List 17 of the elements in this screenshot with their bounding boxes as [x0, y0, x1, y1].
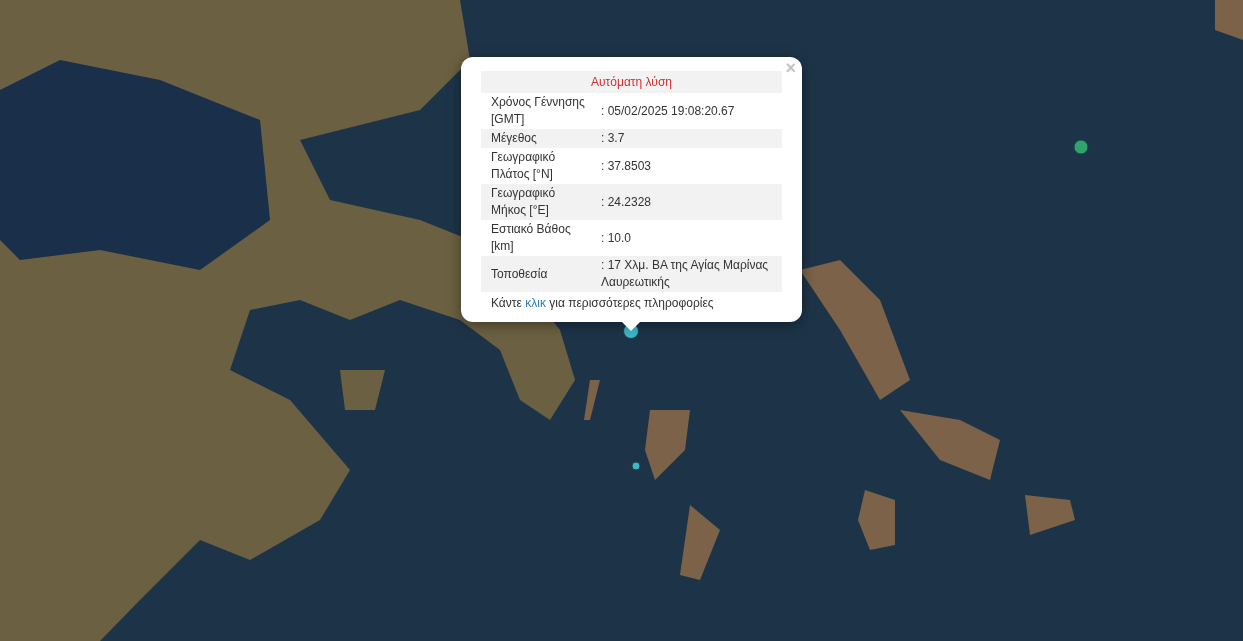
field-value: : 05/02/2025 19:08:20.67	[601, 102, 736, 120]
field-value: : 17 Χλμ. ΒΑ της Αγίας Μαρίνας Λαυρεωτικής	[601, 257, 770, 291]
popup-title: Αυτόματη λύση	[481, 71, 782, 93]
field-label: Εστιακό Βάθος [km]	[490, 221, 572, 255]
field-label: Τοποθεσία	[490, 265, 549, 283]
earthquake-marker[interactable]	[631, 461, 641, 471]
field-value: : 24.2328	[601, 193, 653, 211]
field-label: Χρόνος Γέννησης [GMT]	[490, 94, 586, 128]
field-label: Γεωγραφικό Μήκος [°E]	[490, 185, 557, 219]
more-info-text: Κάντε κλικ για περισσότερες πληροφορίες	[490, 295, 715, 312]
field-value: : 37.8503	[601, 157, 653, 175]
earthquake-marker[interactable]	[1073, 139, 1089, 155]
field-value: : 3.7	[601, 130, 626, 147]
field-label: Γεωγραφικό Πλάτος [°N]	[490, 149, 557, 183]
more-info-link[interactable]: κλικ	[525, 296, 546, 310]
field-label: Μέγεθος	[490, 130, 538, 147]
field-value: : 10.0	[601, 229, 633, 247]
